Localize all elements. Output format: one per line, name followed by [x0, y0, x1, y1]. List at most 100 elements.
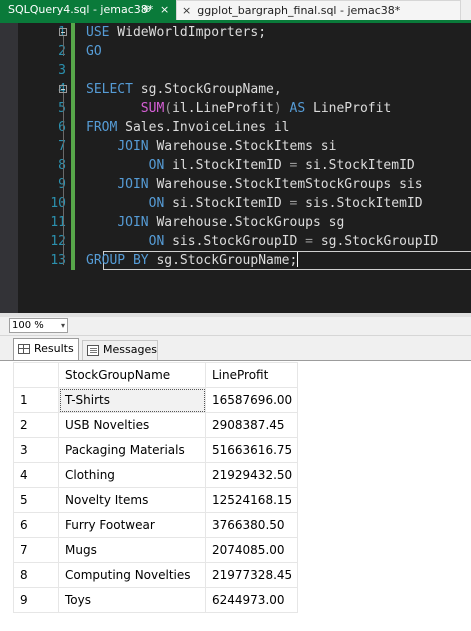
code-token: Sales.InvoiceLines il: [117, 120, 290, 135]
table-row[interactable]: 4 Clothing 21929432.50: [13, 462, 298, 488]
zoom-value: 100 %: [12, 320, 44, 331]
cell-lineprofit[interactable]: 3766380.50: [205, 512, 298, 538]
table-row[interactable]: 1 T-Shirts 16587696.00: [13, 387, 298, 413]
code-line[interactable]: 4 SELECT sg.StockGroupName,: [18, 80, 471, 99]
keyword-token: USE: [86, 25, 110, 40]
collapse-region-icon[interactable]: [59, 28, 67, 36]
code-text: SUM(il.LineProfit) AS LineProfit: [86, 99, 391, 118]
row-header-corner[interactable]: [13, 362, 59, 388]
table-row[interactable]: 9 Toys 6244973.00: [13, 587, 298, 613]
cell-stockgroupname[interactable]: Furry Footwear: [58, 512, 206, 538]
change-indicator: [71, 80, 75, 99]
cell-lineprofit[interactable]: 16587696.00: [205, 387, 298, 413]
text-caret: [297, 252, 299, 267]
line-number: 12: [50, 234, 66, 249]
table-row[interactable]: 5 Novelty Items 12524168.15: [13, 487, 298, 513]
row-number[interactable]: 2: [13, 412, 59, 438]
code-token: sg.StockGroupName;: [148, 253, 298, 268]
table-row[interactable]: 7 Mugs 2074085.00: [13, 537, 298, 563]
keyword-token: JOIN: [117, 215, 149, 230]
change-indicator: [71, 99, 75, 118]
results-pane: StockGroupName LineProfit 1 T-Shirts 16587…: [0, 360, 471, 631]
row-number[interactable]: 9: [13, 587, 59, 613]
table-row[interactable]: 2 USB Novelties 2908387.45: [13, 412, 298, 438]
code-line[interactable]: 7 JOIN Warehouse.StockItems si: [18, 137, 471, 156]
code-line[interactable]: 6 FROM Sales.InvoiceLines il: [18, 118, 471, 137]
cell-stockgroupname[interactable]: Computing Novelties: [58, 562, 206, 588]
cell-stockgroupname[interactable]: Packaging Materials: [58, 437, 206, 463]
tab-sqlquery4[interactable]: SQLQuery4.sql - jemac38* ⊕ ×: [0, 0, 190, 20]
code-text: GO: [86, 42, 102, 61]
change-indicator: [71, 232, 75, 251]
code-text: ON il.StockItemID = si.StockItemID: [86, 156, 415, 175]
code-text: JOIN Warehouse.StockItems si: [86, 137, 336, 156]
cell-lineprofit[interactable]: 21977328.45: [205, 562, 298, 588]
column-header-lineprofit[interactable]: LineProfit: [205, 362, 298, 388]
code-line[interactable]: 5 SUM(il.LineProfit) AS LineProfit: [18, 99, 471, 118]
line-number: 8: [18, 156, 66, 175]
change-indicator: [71, 213, 75, 232]
close-icon[interactable]: ×: [160, 0, 169, 20]
code-token: Warehouse.StockItems si: [148, 139, 337, 154]
code-text: SELECT sg.StockGroupName,: [86, 80, 282, 99]
chevron-down-icon[interactable]: ▾: [61, 319, 65, 332]
tab-title: SQLQuery4.sql - jemac38*: [8, 3, 154, 16]
line-number: 2: [18, 42, 66, 61]
cell-lineprofit[interactable]: 21929432.50: [205, 462, 298, 488]
code-line[interactable]: 11 JOIN Warehouse.StockGroups sg: [18, 213, 471, 232]
messages-icon: [87, 344, 99, 356]
cell-stockgroupname[interactable]: USB Novelties: [58, 412, 206, 438]
keyword-token: FROM: [86, 120, 118, 135]
code-line[interactable]: 9 JOIN Warehouse.StockItemStockGroups si…: [18, 175, 471, 194]
code-line[interactable]: 10 ON si.StockItemID = sis.StockItemID: [18, 194, 471, 213]
table-row[interactable]: 8 Computing Novelties 21977328.45: [13, 562, 298, 588]
tab-ggplot-bargraph[interactable]: × ggplot_bargraph_final.sql - jemac38*: [176, 0, 461, 20]
function-token: SUM: [140, 101, 165, 116]
cell-stockgroupname[interactable]: Clothing: [58, 462, 206, 488]
cell-stockgroupname[interactable]: Novelty Items: [58, 487, 206, 513]
column-header-stockgroupname[interactable]: StockGroupName: [58, 362, 206, 388]
code-line[interactable]: 1 USE WideWorldImporters;: [18, 23, 471, 42]
tab-results[interactable]: Results: [13, 338, 79, 360]
results-tab-strip: Results Messages: [0, 336, 471, 360]
change-indicator: [71, 23, 75, 42]
row-number[interactable]: 6: [13, 512, 59, 538]
zoom-dropdown[interactable]: 100 % ▾: [9, 318, 68, 333]
cell-lineprofit[interactable]: 2074085.00: [205, 537, 298, 563]
fold-guide-line: [63, 36, 64, 56]
grid-icon: [18, 344, 30, 354]
code-line[interactable]: 8 ON il.StockItemID = si.StockItemID: [18, 156, 471, 175]
cell-stockgroupname[interactable]: Mugs: [58, 537, 206, 563]
code-line[interactable]: 12 ON sis.StockGroupID = sg.StockGroupID: [18, 232, 471, 251]
keyword-token: ON: [148, 234, 165, 249]
tab-messages[interactable]: Messages: [82, 340, 158, 360]
code-token: Warehouse.StockItemStockGroups sis: [148, 177, 423, 192]
row-number[interactable]: 5: [13, 487, 59, 513]
sql-editor[interactable]: 1USE WideWorldImporters;2 GO 3 4SELECT sg.S…: [0, 23, 471, 313]
pin-icon[interactable]: ⊕: [143, 0, 151, 20]
row-number[interactable]: 8: [13, 562, 59, 588]
table-row[interactable]: 3 Packaging Materials 51663616.75: [13, 437, 298, 463]
row-number[interactable]: 7: [13, 537, 59, 563]
close-icon[interactable]: ×: [182, 4, 191, 17]
row-number[interactable]: 1: [13, 387, 59, 413]
line-number: 7: [18, 137, 66, 156]
cell-lineprofit[interactable]: 12524168.15: [205, 487, 298, 513]
cell-lineprofit[interactable]: 51663616.75: [205, 437, 298, 463]
collapse-region-icon[interactable]: [59, 85, 67, 93]
results-grid: StockGroupName LineProfit 1 T-Shirts 16587…: [13, 362, 298, 613]
cell-lineprofit[interactable]: 6244973.00: [205, 587, 298, 613]
code-line[interactable]: 3: [18, 61, 471, 80]
code-line[interactable]: 13 GROUP BY sg.StockGroupName;: [18, 251, 471, 270]
cell-lineprofit[interactable]: 2908387.45: [205, 412, 298, 438]
code-token: sg.StockGroupID: [313, 234, 439, 249]
cell-stockgroupname[interactable]: Toys: [58, 587, 206, 613]
code-token: Warehouse.StockGroups sg: [148, 215, 345, 230]
code-line[interactable]: 2 GO: [18, 42, 471, 61]
row-number[interactable]: 4: [13, 462, 59, 488]
table-row[interactable]: 6 Furry Footwear 3766380.50: [13, 512, 298, 538]
cell-stockgroupname[interactable]: T-Shirts: [58, 387, 206, 413]
row-number[interactable]: 3: [13, 437, 59, 463]
